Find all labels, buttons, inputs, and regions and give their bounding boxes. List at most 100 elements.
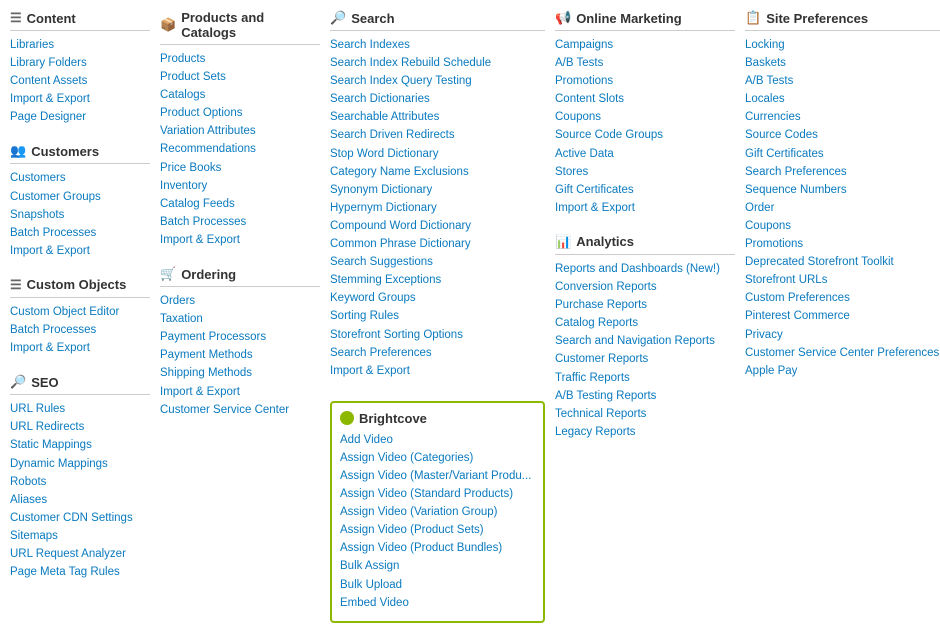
- link-static-mappings[interactable]: Static Mappings: [10, 437, 150, 453]
- link-traffic-reports[interactable]: Traffic Reports: [555, 370, 735, 386]
- link-import-export[interactable]: Import & Export: [10, 340, 150, 356]
- link-a-b-tests[interactable]: A/B Tests: [745, 73, 940, 89]
- link-variation-attributes[interactable]: Variation Attributes: [160, 123, 320, 139]
- link-gift-certificates[interactable]: Gift Certificates: [555, 182, 735, 198]
- brightcove-link-assign-video-variation-group-[interactable]: Assign Video (Variation Group): [340, 504, 535, 520]
- link-common-phrase-dictionary[interactable]: Common Phrase Dictionary: [330, 236, 545, 252]
- link-stores[interactable]: Stores: [555, 164, 735, 180]
- link-active-data[interactable]: Active Data: [555, 146, 735, 162]
- link-hypernym-dictionary[interactable]: Hypernym Dictionary: [330, 200, 545, 216]
- link-storefront-urls[interactable]: Storefront URLs: [745, 272, 940, 288]
- link-orders[interactable]: Orders: [160, 293, 320, 309]
- link-customer-service-center[interactable]: Customer Service Center: [160, 402, 320, 418]
- link-url-redirects[interactable]: URL Redirects: [10, 419, 150, 435]
- link-campaigns[interactable]: Campaigns: [555, 37, 735, 53]
- link-import-export[interactable]: Import & Export: [10, 91, 150, 107]
- link-shipping-methods[interactable]: Shipping Methods: [160, 365, 320, 381]
- brightcove-link-assign-video-categories-[interactable]: Assign Video (Categories): [340, 450, 535, 466]
- link-source-codes[interactable]: Source Codes: [745, 127, 940, 143]
- link-source-code-groups[interactable]: Source Code Groups: [555, 127, 735, 143]
- link-batch-processes[interactable]: Batch Processes: [10, 322, 150, 338]
- link-stemming-exceptions[interactable]: Stemming Exceptions: [330, 272, 545, 288]
- link-gift-certificates[interactable]: Gift Certificates: [745, 146, 940, 162]
- link-customers[interactable]: Customers: [10, 170, 150, 186]
- link-payment-processors[interactable]: Payment Processors: [160, 329, 320, 345]
- brightcove-link-assign-video-master-variant-produ-[interactable]: Assign Video (Master/Variant Produ...: [340, 468, 535, 484]
- brightcove-link-assign-video-product-bundles-[interactable]: Assign Video (Product Bundles): [340, 540, 535, 556]
- link-purchase-reports[interactable]: Purchase Reports: [555, 297, 735, 313]
- link-url-rules[interactable]: URL Rules: [10, 401, 150, 417]
- link-import-export[interactable]: Import & Export: [330, 363, 545, 379]
- brightcove-link-add-video[interactable]: Add Video: [340, 432, 535, 448]
- link-a-b-testing-reports[interactable]: A/B Testing Reports: [555, 388, 735, 404]
- link-import-export[interactable]: Import & Export: [10, 243, 150, 259]
- link-import-export[interactable]: Import & Export: [160, 384, 320, 400]
- link-category-name-exclusions[interactable]: Category Name Exclusions: [330, 164, 545, 180]
- link-conversion-reports[interactable]: Conversion Reports: [555, 279, 735, 295]
- link-search-index-rebuild-schedule[interactable]: Search Index Rebuild Schedule: [330, 55, 545, 71]
- link-library-folders[interactable]: Library Folders: [10, 55, 150, 71]
- link-content-assets[interactable]: Content Assets: [10, 73, 150, 89]
- link-baskets[interactable]: Baskets: [745, 55, 940, 71]
- link-locales[interactable]: Locales: [745, 91, 940, 107]
- link-page-designer[interactable]: Page Designer: [10, 109, 150, 125]
- link-search-suggestions[interactable]: Search Suggestions: [330, 254, 545, 270]
- link-import-export[interactable]: Import & Export: [160, 232, 320, 248]
- link-content-slots[interactable]: Content Slots: [555, 91, 735, 107]
- brightcove-link-bulk-assign[interactable]: Bulk Assign: [340, 558, 535, 574]
- brightcove-link-assign-video-product-sets-[interactable]: Assign Video (Product Sets): [340, 522, 535, 538]
- link-search-dictionaries[interactable]: Search Dictionaries: [330, 91, 545, 107]
- link-coupons[interactable]: Coupons: [745, 218, 940, 234]
- link-promotions[interactable]: Promotions: [555, 73, 735, 89]
- link-deprecated-storefront-toolkit[interactable]: Deprecated Storefront Toolkit: [745, 254, 940, 270]
- link-page-meta-tag-rules[interactable]: Page Meta Tag Rules: [10, 564, 150, 580]
- link-batch-processes[interactable]: Batch Processes: [160, 214, 320, 230]
- link-coupons[interactable]: Coupons: [555, 109, 735, 125]
- link-search-indexes[interactable]: Search Indexes: [330, 37, 545, 53]
- link-taxation[interactable]: Taxation: [160, 311, 320, 327]
- link-custom-preferences[interactable]: Custom Preferences: [745, 290, 940, 306]
- link-url-request-analyzer[interactable]: URL Request Analyzer: [10, 546, 150, 562]
- link-keyword-groups[interactable]: Keyword Groups: [330, 290, 545, 306]
- link-price-books[interactable]: Price Books: [160, 160, 320, 176]
- link-dynamic-mappings[interactable]: Dynamic Mappings: [10, 456, 150, 472]
- link-searchable-attributes[interactable]: Searchable Attributes: [330, 109, 545, 125]
- link-order[interactable]: Order: [745, 200, 940, 216]
- link-promotions[interactable]: Promotions: [745, 236, 940, 252]
- brightcove-link-bulk-upload[interactable]: Bulk Upload: [340, 577, 535, 593]
- link-payment-methods[interactable]: Payment Methods: [160, 347, 320, 363]
- link-batch-processes[interactable]: Batch Processes: [10, 225, 150, 241]
- link-custom-object-editor[interactable]: Custom Object Editor: [10, 304, 150, 320]
- link-customer-reports[interactable]: Customer Reports: [555, 351, 735, 367]
- link-privacy[interactable]: Privacy: [745, 327, 940, 343]
- link-recommendations[interactable]: Recommendations: [160, 141, 320, 157]
- link-locking[interactable]: Locking: [745, 37, 940, 53]
- link-libraries[interactable]: Libraries: [10, 37, 150, 53]
- link-search-and-navigation-reports[interactable]: Search and Navigation Reports: [555, 333, 735, 349]
- link-search-driven-redirects[interactable]: Search Driven Redirects: [330, 127, 545, 143]
- link-import-export[interactable]: Import & Export: [555, 200, 735, 216]
- link-synonym-dictionary[interactable]: Synonym Dictionary: [330, 182, 545, 198]
- link-reports-and-dashboards-new!-[interactable]: Reports and Dashboards (New!): [555, 261, 735, 277]
- link-product-sets[interactable]: Product Sets: [160, 69, 320, 85]
- link-products[interactable]: Products: [160, 51, 320, 67]
- link-customer-service-center-preferences[interactable]: Customer Service Center Preferences: [745, 345, 940, 361]
- link-legacy-reports[interactable]: Legacy Reports: [555, 424, 735, 440]
- link-sequence-numbers[interactable]: Sequence Numbers: [745, 182, 940, 198]
- link-search-preferences[interactable]: Search Preferences: [745, 164, 940, 180]
- link-currencies[interactable]: Currencies: [745, 109, 940, 125]
- brightcove-link-assign-video-standard-products-[interactable]: Assign Video (Standard Products): [340, 486, 535, 502]
- link-storefront-sorting-options[interactable]: Storefront Sorting Options: [330, 327, 545, 343]
- link-sitemaps[interactable]: Sitemaps: [10, 528, 150, 544]
- link-technical-reports[interactable]: Technical Reports: [555, 406, 735, 422]
- link-sorting-rules[interactable]: Sorting Rules: [330, 308, 545, 324]
- link-search-preferences[interactable]: Search Preferences: [330, 345, 545, 361]
- link-catalog-reports[interactable]: Catalog Reports: [555, 315, 735, 331]
- link-product-options[interactable]: Product Options: [160, 105, 320, 121]
- link-inventory[interactable]: Inventory: [160, 178, 320, 194]
- link-customer-cdn-settings[interactable]: Customer CDN Settings: [10, 510, 150, 526]
- link-apple-pay[interactable]: Apple Pay: [745, 363, 940, 379]
- brightcove-link-embed-video[interactable]: Embed Video: [340, 595, 535, 611]
- link-catalogs[interactable]: Catalogs: [160, 87, 320, 103]
- link-search-index-query-testing[interactable]: Search Index Query Testing: [330, 73, 545, 89]
